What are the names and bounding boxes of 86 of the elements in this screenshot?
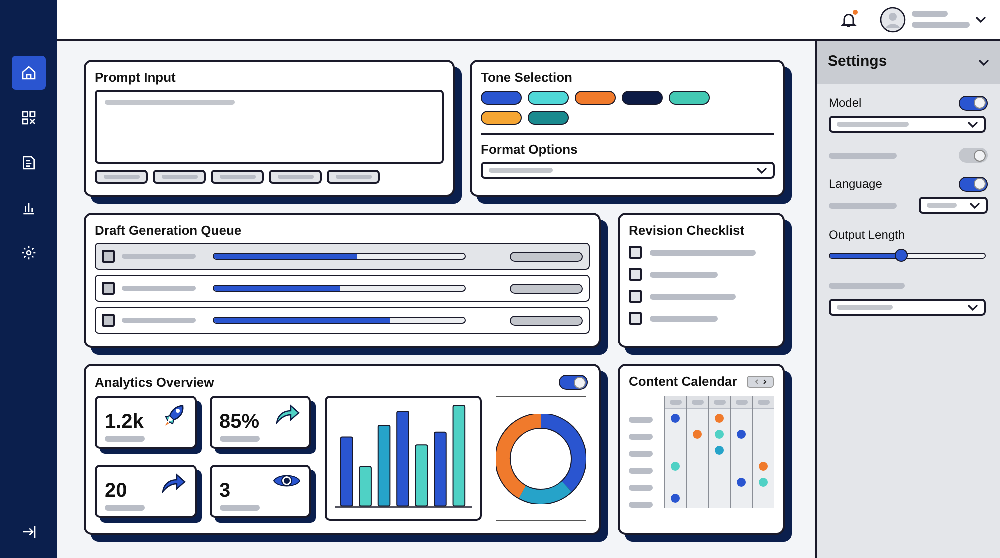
queue-row[interactable] [95,275,590,302]
checkbox[interactable] [629,268,642,281]
text-placeholder [220,436,260,442]
tone-chip[interactable] [528,111,569,125]
checkbox[interactable] [102,314,115,327]
chip-button[interactable] [95,170,148,184]
text-placeholder [829,202,897,208]
text-placeholder [629,485,653,491]
chip-button[interactable] [153,170,206,184]
stat-value: 3 [220,480,231,500]
format-select[interactable] [481,162,775,179]
card-title: Content Calendar [629,375,738,388]
nav-item[interactable] [12,56,46,90]
text-placeholder [629,417,653,423]
card-title: Format Options [481,143,579,156]
card-title: Tone Selection [481,71,574,84]
tone-chip[interactable] [575,91,616,105]
slider-thumb[interactable] [895,249,908,262]
language-select[interactable] [919,197,988,214]
day-header [665,396,686,409]
chevron-down-icon [968,304,978,310]
tone-chip[interactable] [669,91,710,105]
text-placeholder [629,451,653,457]
settings-icon [20,245,36,261]
chevron-down-icon [970,202,980,208]
checkbox[interactable] [629,312,642,325]
queue-row[interactable] [95,243,590,270]
card-title: Analytics Overview [95,376,214,389]
stat-value: 85% [220,412,260,432]
grid-icon [20,110,36,126]
chip-button[interactable] [211,170,264,184]
toggle-switch[interactable] [559,375,588,390]
text-placeholder [912,11,948,17]
chart-bar [340,436,354,507]
text-placeholder [912,22,970,28]
chart-bar [359,466,372,507]
text-placeholder [629,434,653,440]
chevron-down-icon [976,16,986,22]
setting-label: Model [829,95,862,112]
setting-label: Language [829,176,882,193]
checkbox[interactable] [629,246,642,259]
text-placeholder [105,504,145,510]
chevron-down-icon [757,168,767,174]
logout-icon[interactable] [20,524,36,540]
note-icon [20,155,36,171]
model-select[interactable] [829,116,986,133]
checkbox[interactable] [102,282,115,295]
day-header [731,396,752,409]
avatar-icon[interactable] [880,6,906,32]
toggle-switch[interactable] [959,176,988,192]
select-dropdown[interactable] [829,299,986,316]
chip-button[interactable] [269,170,322,184]
tone-chip[interactable] [622,91,663,105]
tone-chip[interactable] [481,111,522,125]
chevron-down-icon [968,122,978,128]
queue-row[interactable] [95,307,590,334]
checkbox[interactable] [629,290,642,303]
tone-chip[interactable] [481,91,522,105]
home-icon [20,65,36,81]
text-placeholder [650,316,718,322]
card-title: Prompt Input [95,71,177,84]
day-header [709,396,730,409]
setting-label: Output Length [829,227,906,244]
card-title: Draft Generation Queue [95,224,243,237]
checkbox[interactable] [102,250,115,263]
prompt-field[interactable] [95,90,444,164]
text-placeholder [105,436,145,442]
curved-arrow-icon [160,472,186,494]
text-placeholder [650,272,718,278]
day-header [687,396,708,409]
stat-value: 1.2k [105,412,144,432]
tone-chip[interactable] [528,91,569,105]
toggle-switch[interactable] [959,96,988,110]
text-placeholder [220,504,260,510]
chevron-down-icon [979,60,989,66]
curved-arrow-icon [275,403,301,425]
chart-bar [415,444,428,507]
stat-value: 20 [105,480,128,500]
day-header [753,396,774,409]
card-title: Revision Checklist [629,224,746,237]
chevron-right-icon[interactable] [762,378,766,384]
text-placeholder [629,468,653,474]
text-placeholder [829,152,897,158]
chip-button[interactable] [327,170,380,184]
text-placeholder [629,502,653,508]
panel-title: Settings [828,52,888,72]
